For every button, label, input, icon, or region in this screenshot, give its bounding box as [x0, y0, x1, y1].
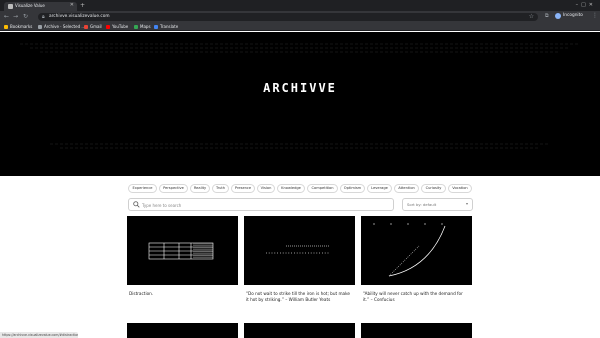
bookmark-page-icon — [38, 24, 42, 29]
sort-select[interactable]: Sort by: default ▾ — [402, 198, 473, 211]
card-caption: “Do not wait to strike till the iron is … — [246, 291, 350, 302]
bookmark-item[interactable]: Archive · Selected … — [38, 24, 85, 29]
maps-icon — [134, 24, 138, 29]
browser-tab[interactable]: Visualize Value ✕ — [4, 2, 77, 11]
search-input[interactable] — [142, 201, 382, 209]
filter-chip[interactable]: Vocation — [448, 184, 472, 193]
archive-card[interactable]: “Do not wait to strike till the iron is … — [244, 216, 355, 321]
filter-chip[interactable]: Competition — [307, 184, 338, 193]
filter-chip[interactable]: Curiosity — [421, 184, 446, 193]
bookmarks-bar: Bookmarks Archive · Selected … Gmail You… — [0, 22, 600, 31]
translate-icon — [154, 24, 158, 29]
bookmark-folder-icon — [4, 24, 8, 29]
archive-card[interactable]: “Ability will never catch up with the de… — [361, 216, 472, 321]
card-caption: “Ability will never catch up with the de… — [363, 291, 463, 302]
bookmark-item[interactable]: Maps — [134, 24, 151, 29]
filter-chip[interactable]: Leverage — [367, 184, 392, 193]
filter-chip[interactable]: Truth — [212, 184, 229, 193]
filter-chip[interactable]: Presence — [231, 184, 255, 193]
hero-pattern — [20, 43, 580, 149]
archive-card-next-row[interactable] — [244, 323, 355, 338]
sort-label: Sort by: default — [407, 202, 437, 207]
card-thumbnail[interactable] — [361, 216, 472, 285]
new-tab-icon[interactable]: + — [80, 2, 85, 9]
hero-banner: ARCHIVVE — [0, 32, 600, 176]
close-tab-icon[interactable]: ✕ — [70, 2, 74, 8]
site-favicon-icon — [8, 4, 13, 9]
tab-strip: Visualize Value ✕ + –□✕ — [0, 0, 600, 11]
incognito-avatar-icon[interactable] — [555, 13, 561, 19]
link-status-bar: https://archivve.visualizevalue.com/#dis… — [0, 332, 78, 338]
card-thumbnail[interactable] — [244, 216, 355, 285]
filter-chip[interactable]: Knowledge — [277, 184, 305, 193]
bookmark-item[interactable]: Gmail — [84, 24, 102, 29]
search-icon — [133, 201, 140, 208]
site-title[interactable]: ARCHIVVE — [0, 81, 600, 95]
filter-chip[interactable]: Reality — [190, 184, 210, 193]
search-box[interactable] — [128, 198, 394, 211]
archive-card-next-row[interactable] — [361, 323, 472, 338]
archive-card-next-row[interactable] — [127, 323, 238, 338]
archive-card[interactable]: Distraction. — [127, 216, 238, 321]
extensions-icon[interactable]: ⧉ — [545, 13, 549, 19]
filter-chip[interactable]: Attention — [394, 184, 419, 193]
distraction-graphic — [148, 242, 214, 260]
strike-iron-graphic — [266, 245, 330, 254]
youtube-icon — [106, 24, 110, 29]
browser-toolbar: ← → ↻ 🔒︎ archivve.visualizevalue.com ☆ ⧉… — [0, 11, 600, 22]
ability-demand-graphic — [373, 223, 446, 277]
bookmark-item[interactable]: Translate — [154, 24, 178, 29]
address-bar[interactable]: 🔒︎ archivve.visualizevalue.com ☆ — [38, 13, 538, 21]
card-thumbnail[interactable] — [127, 216, 238, 285]
window-controls-icon[interactable]: –□✕ — [576, 2, 596, 8]
bookmark-star-icon[interactable]: ☆ — [529, 13, 534, 20]
profile-label[interactable]: Incognito — [563, 13, 583, 18]
filter-chip[interactable]: Experience — [128, 184, 157, 193]
filter-bar: Experience Perspective Reality Truth Pre… — [128, 184, 472, 194]
chevron-down-icon: ▾ — [465, 201, 468, 206]
url-text[interactable]: archivve.visualizevalue.com — [49, 14, 110, 19]
tab-title: Visualize Value — [15, 3, 45, 8]
bookmark-item[interactable]: YouTube — [106, 24, 128, 29]
filter-chip[interactable]: Vision — [257, 184, 275, 193]
lock-icon[interactable]: 🔒︎ — [42, 14, 45, 20]
card-caption: Distraction. — [129, 291, 154, 296]
bookmark-item[interactable]: Bookmarks — [4, 24, 32, 29]
back-icon[interactable]: ← — [4, 13, 9, 20]
filter-chip[interactable]: Optimism — [340, 184, 365, 193]
filter-chip[interactable]: Perspective — [159, 184, 188, 193]
menu-kebab-icon[interactable]: ⋮ — [592, 12, 598, 19]
reload-icon[interactable]: ↻ — [23, 13, 28, 20]
forward-icon[interactable]: → — [13, 13, 18, 20]
gmail-icon — [84, 24, 88, 29]
